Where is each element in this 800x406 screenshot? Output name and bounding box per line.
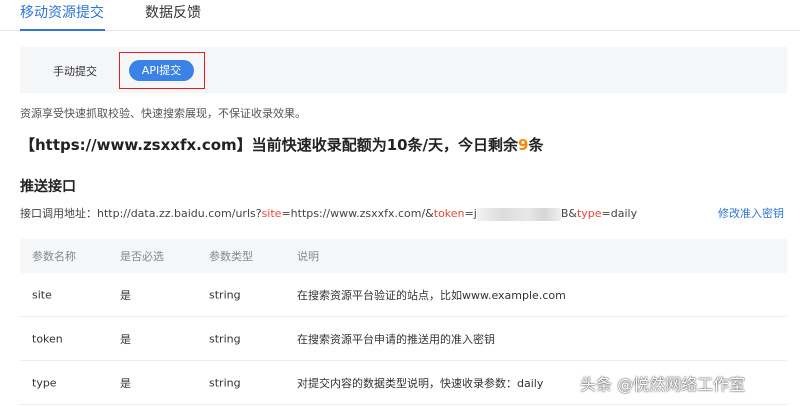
cell-required: 是: [120, 288, 131, 302]
tab-manual-submit[interactable]: 手动提交: [53, 63, 97, 79]
cell-param-type: string: [209, 332, 241, 345]
table-header: 参数名称 是否必选 参数类型 说明: [20, 239, 787, 273]
table-row: site 是 string 在搜索资源平台验证的站点，比如www.example…: [20, 273, 787, 317]
quota-remaining-count: 9: [518, 136, 529, 154]
highlight-box: API提交: [119, 52, 205, 89]
cell-description: 在搜索资源平台申请的推送用的准入密钥: [297, 332, 495, 346]
api-url: 接口调用地址：http://data.zz.baidu.com/urls?sit…: [20, 205, 637, 221]
active-tab-underline: [20, 29, 105, 31]
tab-mobile-resource-submit[interactable]: 移动资源提交: [20, 3, 104, 23]
url-type-value: =daily: [601, 207, 638, 220]
url-site-value: =https://www.zsxxfx.com/&: [281, 207, 434, 220]
notice-text: 资源享受快速抓取校验、快速搜索展现，不保证收录效果。: [20, 107, 306, 120]
table-row: token 是 string 在搜索资源平台申请的推送用的准入密钥: [20, 317, 787, 361]
url-param-site: site: [261, 207, 282, 220]
url-prefix: 接口调用地址：http://data.zz.baidu.com/urls?: [20, 207, 262, 220]
header-param-name: 参数名称: [32, 250, 76, 263]
header-description: 说明: [297, 250, 319, 263]
tab-data-feedback[interactable]: 数据反馈: [145, 3, 201, 23]
cell-required: 是: [120, 332, 131, 346]
url-token-start: =j: [464, 207, 477, 220]
quota-prefix: 【https://www.zsxxfx.com】当前快速收录配额为10条/天，今…: [20, 136, 519, 154]
url-param-type: type: [576, 207, 602, 220]
cell-param-name: token: [32, 332, 63, 345]
header-required: 是否必选: [120, 250, 164, 263]
section-title: 推送接口: [20, 179, 76, 195]
cell-description: 在搜索资源平台验证的站点，比如www.example.com: [297, 288, 566, 302]
submit-method-bar: 手动提交 API提交: [20, 47, 787, 93]
tab-api-submit[interactable]: API提交: [129, 60, 194, 81]
cell-param-type: string: [209, 376, 241, 389]
header-param-type: 参数类型: [209, 250, 253, 263]
url-param-token: token: [433, 207, 465, 220]
cell-param-name: site: [32, 288, 52, 301]
token-redacted-blur: [476, 207, 561, 221]
cell-param-type: string: [209, 288, 241, 301]
cell-required: 是: [120, 376, 131, 390]
cell-description: 对提交内容的数据类型说明，快速收录参数：daily: [297, 376, 544, 390]
quota-heading: 【https://www.zsxxfx.com】当前快速收录配额为10条/天，今…: [20, 134, 544, 155]
url-token-end: B&: [560, 207, 577, 220]
modify-access-key-link[interactable]: 修改准入密钥: [718, 205, 784, 221]
quota-suffix: 条: [528, 136, 544, 154]
top-tab-bar: 移动资源提交 数据反馈: [0, 0, 800, 31]
cell-param-name: type: [32, 376, 57, 389]
watermark: 头条 @悦然网络工作室: [580, 375, 746, 394]
